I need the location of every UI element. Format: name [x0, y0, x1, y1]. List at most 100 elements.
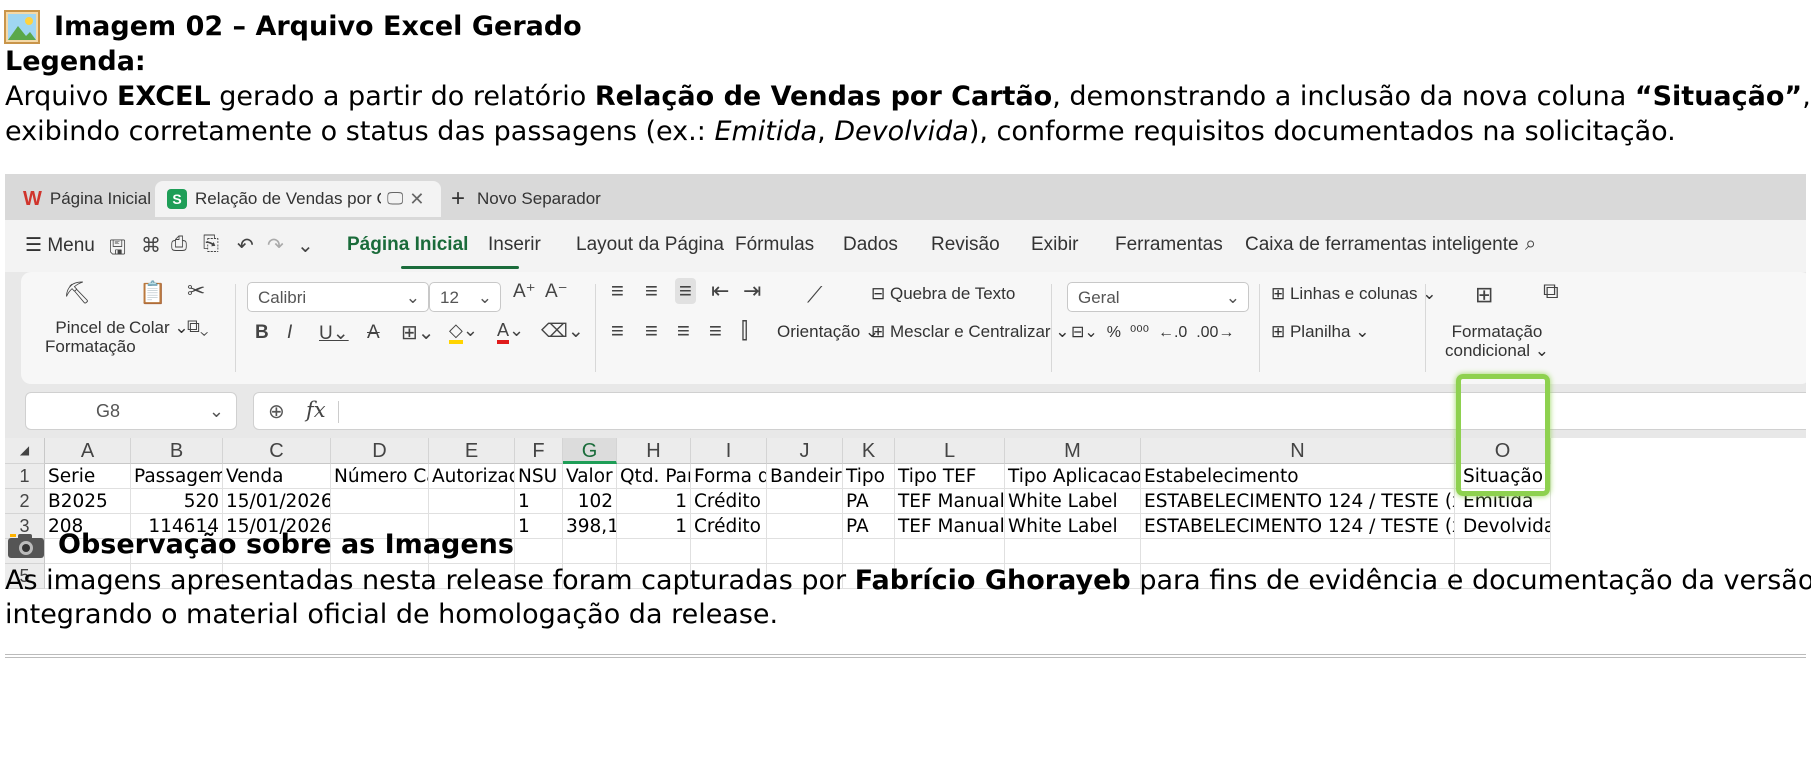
- tab-home[interactable]: W Página Inicial: [23, 181, 151, 217]
- cell-g1[interactable]: Valor: [563, 464, 617, 489]
- cell-k3[interactable]: PA: [843, 514, 895, 539]
- cell-n1[interactable]: Estabelecimento: [1141, 464, 1455, 489]
- cell-l4[interactable]: [895, 539, 1005, 564]
- cell-g4[interactable]: [563, 539, 617, 564]
- close-icon[interactable]: ✕: [409, 189, 424, 210]
- print-icon[interactable]: ⎙: [171, 233, 187, 256]
- borders-icon[interactable]: ⊞⌄: [401, 320, 435, 345]
- column-header-h[interactable]: H: [617, 438, 691, 464]
- align-center-icon[interactable]: ≡: [645, 318, 658, 344]
- cell-l2[interactable]: TEF Manual: [895, 489, 1005, 514]
- cell-g2[interactable]: 102: [563, 489, 617, 514]
- column-header-j[interactable]: J: [767, 438, 843, 464]
- cell-h4[interactable]: [617, 539, 691, 564]
- cell-i3[interactable]: Crédito: [691, 514, 767, 539]
- column-header-l[interactable]: L: [895, 438, 1005, 464]
- cell-k4[interactable]: [843, 539, 895, 564]
- cell-n2[interactable]: ESTABELECIMENTO 124 / TESTE (xxxX): [1141, 489, 1455, 514]
- column-header-k[interactable]: K: [843, 438, 895, 464]
- cell-f4[interactable]: [515, 539, 563, 564]
- column-header-n[interactable]: N: [1141, 438, 1455, 464]
- cell-e1[interactable]: Autorizaca: [429, 464, 515, 489]
- conditional-format-icon[interactable]: ⊞: [1475, 282, 1493, 308]
- cell-c1[interactable]: Venda: [223, 464, 331, 489]
- cell-j3[interactable]: [767, 514, 843, 539]
- cell-f3[interactable]: 1: [515, 514, 563, 539]
- menu-button[interactable]: ☰ Menu: [25, 234, 95, 257]
- font-size-select[interactable]: 12 ⌄: [429, 282, 501, 312]
- cell-j2[interactable]: [767, 489, 843, 514]
- cell-f1[interactable]: NSU: [515, 464, 563, 489]
- tab-dados[interactable]: Dados: [843, 234, 898, 256]
- cell-n4[interactable]: [1141, 539, 1455, 564]
- function-icon[interactable]: fx: [306, 398, 326, 422]
- decrease-font-icon[interactable]: A⁻: [545, 280, 568, 303]
- cut-icon[interactable]: ✂: [187, 278, 205, 304]
- cell-f2[interactable]: 1: [515, 489, 563, 514]
- cell-d1[interactable]: Número Car: [331, 464, 429, 489]
- column-header-i[interactable]: I: [691, 438, 767, 464]
- tab-exibir[interactable]: Exibir: [1031, 234, 1079, 256]
- format-painter-button[interactable]: Pincel de Formatação: [45, 318, 136, 356]
- justify-icon[interactable]: ≡: [709, 318, 722, 344]
- cell-m1[interactable]: Tipo Aplicacao: [1005, 464, 1141, 489]
- worksheet-button[interactable]: ⊞ Planilha ⌄: [1271, 322, 1369, 342]
- underline-icon[interactable]: U⌄: [319, 322, 349, 345]
- decrease-indent-icon[interactable]: ⇤: [711, 278, 729, 304]
- paste-icon[interactable]: 📋: [139, 280, 166, 306]
- cell-m4[interactable]: [1005, 539, 1141, 564]
- increase-indent-icon[interactable]: ⇥: [743, 278, 761, 304]
- new-tab-button[interactable]: + Novo Separador: [451, 181, 601, 217]
- rows-columns-button[interactable]: ⊞ Linhas e colunas ⌄: [1271, 284, 1437, 304]
- orientation-button[interactable]: Orientação ⌄: [777, 322, 879, 342]
- formula-input[interactable]: ⊕ fx: [253, 392, 1806, 430]
- undo-icon[interactable]: ↶: [237, 233, 254, 258]
- styles-icon[interactable]: ⧉: [1543, 278, 1559, 304]
- cell-j4[interactable]: [767, 539, 843, 564]
- cell-d2[interactable]: [331, 489, 429, 514]
- cell-l1[interactable]: Tipo TEF: [895, 464, 1005, 489]
- distributed-icon[interactable]: ⫿: [741, 318, 748, 344]
- align-middle-icon[interactable]: ≡: [645, 278, 658, 304]
- row-header-1[interactable]: 1: [5, 464, 45, 489]
- cell-b2[interactable]: 520: [131, 489, 223, 514]
- format-painter-icon[interactable]: ⛏: [63, 280, 91, 306]
- column-header-d[interactable]: D: [331, 438, 429, 464]
- column-header-b[interactable]: B: [131, 438, 223, 464]
- zoom-icon[interactable]: ⊕: [268, 399, 285, 424]
- cell-n3[interactable]: ESTABELECIMENTO 124 / TESTE (xxxX): [1141, 514, 1455, 539]
- orientation-icon[interactable]: ⟋: [807, 282, 822, 308]
- cell-m2[interactable]: White Label: [1005, 489, 1141, 514]
- cell-h3[interactable]: 1: [617, 514, 691, 539]
- number-format-select[interactable]: Geral ⌄: [1067, 282, 1249, 312]
- column-header-m[interactable]: M: [1005, 438, 1141, 464]
- row-header-2[interactable]: 2: [5, 489, 45, 514]
- tab-document[interactable]: S Relação de Vendas por Cartão 🖵 ✕: [155, 181, 441, 217]
- tab-revisao[interactable]: Revisão: [931, 234, 1000, 256]
- wrap-text-button[interactable]: ⊟ Quebra de Texto: [871, 284, 1015, 304]
- align-bottom-icon[interactable]: ≡: [675, 278, 696, 304]
- cell-k1[interactable]: Tipo: [843, 464, 895, 489]
- align-right-icon[interactable]: ≡: [677, 318, 690, 344]
- paste-button[interactable]: Colar ⌄: [129, 318, 189, 338]
- bold-icon[interactable]: B: [255, 322, 269, 344]
- save-icon[interactable]: 🖫: [109, 233, 126, 267]
- italic-icon[interactable]: I: [287, 322, 292, 344]
- eraser-icon[interactable]: ⌫⌄: [541, 320, 584, 343]
- cell-i4[interactable]: [691, 539, 767, 564]
- cell-o4[interactable]: [1455, 539, 1551, 564]
- tab-formulas[interactable]: Fórmulas: [735, 234, 814, 256]
- copy-icon[interactable]: ⧉⌄: [187, 316, 208, 337]
- merge-center-button[interactable]: ⊞ Mesclar e Centralizar ⌄: [871, 322, 1070, 342]
- cell-h1[interactable]: Qtd. Parc: [617, 464, 691, 489]
- column-header-a[interactable]: A: [45, 438, 131, 464]
- cell-a2[interactable]: B2025: [45, 489, 131, 514]
- align-top-icon[interactable]: ≡: [611, 278, 624, 304]
- cell-a1[interactable]: Serie: [45, 464, 131, 489]
- column-header-c[interactable]: C: [223, 438, 331, 464]
- chevron-down-icon[interactable]: ⌄: [297, 233, 314, 258]
- cell-m3[interactable]: White Label: [1005, 514, 1141, 539]
- strikethrough-icon[interactable]: A: [367, 322, 380, 344]
- column-header-e[interactable]: E: [429, 438, 515, 464]
- cell-g3[interactable]: 398,1: [563, 514, 617, 539]
